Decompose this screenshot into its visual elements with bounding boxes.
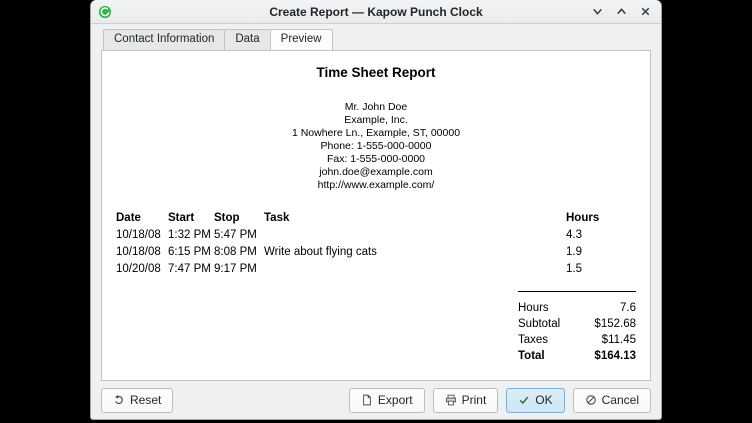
contact-line: john.doe@example.com: [116, 166, 636, 179]
kapow-app-icon: [98, 5, 112, 19]
maximize-button[interactable]: [615, 5, 628, 18]
cell-task: Write about flying cats: [264, 243, 566, 260]
cell-start: 6:15 PM: [168, 243, 214, 260]
col-header-task: Task: [264, 209, 566, 226]
cancel-icon: [585, 394, 597, 406]
col-header-hours: Hours: [566, 209, 636, 226]
totals-label: Taxes: [518, 332, 548, 348]
print-button[interactable]: Print: [433, 388, 499, 413]
totals-label: Subtotal: [518, 316, 560, 332]
totals-row: Taxes $11.45: [518, 332, 636, 348]
print-button-label: Print: [462, 393, 487, 407]
report-preview: Time Sheet Report Mr. John Doe Example, …: [102, 51, 650, 364]
cell-hours: 4.3: [566, 226, 636, 243]
close-button[interactable]: [639, 5, 652, 18]
cell-hours: 1.9: [566, 243, 636, 260]
tab-data[interactable]: Data: [224, 29, 270, 51]
export-button[interactable]: Export: [349, 388, 425, 413]
cancel-button-label: Cancel: [602, 393, 639, 407]
totals-label: Total: [518, 348, 545, 364]
contact-line: 1 Nowhere Ln., Example, ST, 00000: [116, 127, 636, 140]
totals-row: Hours 7.6: [518, 300, 636, 316]
report-title: Time Sheet Report: [116, 65, 636, 80]
check-icon: [518, 394, 530, 406]
ok-button-label: OK: [535, 393, 552, 407]
totals-row: Subtotal $152.68: [518, 316, 636, 332]
cell-stop: 5:47 PM: [214, 226, 264, 243]
document-export-icon: [361, 394, 373, 406]
totals-label: Hours: [518, 300, 549, 316]
tab-preview[interactable]: Preview: [270, 29, 333, 51]
preview-pane[interactable]: Time Sheet Report Mr. John Doe Example, …: [101, 50, 651, 381]
window-controls: [591, 0, 652, 23]
cell-stop: 8:08 PM: [214, 243, 264, 260]
table-row: 10/18/08 6:15 PM 8:08 PM Write about fly…: [116, 243, 636, 260]
totals-value: $152.68: [594, 316, 636, 332]
tab-contact-information[interactable]: Contact Information: [103, 29, 225, 51]
contact-line: Example, Inc.: [116, 114, 636, 127]
contact-line: http://www.example.com/: [116, 179, 636, 192]
cell-hours: 1.5: [566, 260, 636, 277]
contact-block: Mr. John Doe Example, Inc. 1 Nowhere Ln.…: [116, 101, 636, 192]
contact-line: Phone: 1-555-000-0000: [116, 140, 636, 153]
table-header-row: Date Start Stop Task Hours: [116, 209, 636, 226]
timesheet-table: Date Start Stop Task Hours 10/18/08 1:32…: [116, 209, 636, 277]
cell-task: [264, 260, 566, 277]
reset-button-label: Reset: [130, 393, 161, 407]
cell-task: [264, 226, 566, 243]
cell-date: 10/18/08: [116, 243, 168, 260]
reset-button[interactable]: Reset: [101, 388, 173, 413]
cell-start: 7:47 PM: [168, 260, 214, 277]
create-report-dialog: Create Report — Kapow Punch Clock Contac…: [90, 0, 662, 420]
cell-start: 1:32 PM: [168, 226, 214, 243]
col-header-stop: Stop: [214, 209, 264, 226]
contact-line: Fax: 1-555-000-0000: [116, 153, 636, 166]
table-row: 10/18/08 1:32 PM 5:47 PM 4.3: [116, 226, 636, 243]
cell-stop: 9:17 PM: [214, 260, 264, 277]
tab-bar: Contact Information Data Preview: [91, 29, 661, 50]
titlebar[interactable]: Create Report — Kapow Punch Clock: [91, 0, 661, 24]
table-row: 10/20/08 7:47 PM 9:17 PM 1.5: [116, 260, 636, 277]
printer-icon: [445, 394, 457, 406]
totals-row-total: Total $164.13: [518, 348, 636, 364]
export-button-label: Export: [378, 393, 413, 407]
totals-value: 7.6: [620, 300, 636, 316]
totals-value: $164.13: [594, 348, 636, 364]
button-bar: Reset Export Print OK Cancel: [91, 381, 661, 419]
minimize-button[interactable]: [591, 5, 604, 18]
totals-value: $11.45: [602, 332, 636, 348]
cell-date: 10/18/08: [116, 226, 168, 243]
cell-date: 10/20/08: [116, 260, 168, 277]
contact-line: Mr. John Doe: [116, 101, 636, 114]
undo-icon: [113, 394, 125, 406]
col-header-start: Start: [168, 209, 214, 226]
col-header-date: Date: [116, 209, 168, 226]
cancel-button[interactable]: Cancel: [573, 388, 651, 413]
window-title: Create Report — Kapow Punch Clock: [91, 5, 661, 19]
totals-block: Hours 7.6 Subtotal $152.68 Taxes $11.45 …: [518, 291, 636, 364]
ok-button[interactable]: OK: [506, 388, 564, 413]
